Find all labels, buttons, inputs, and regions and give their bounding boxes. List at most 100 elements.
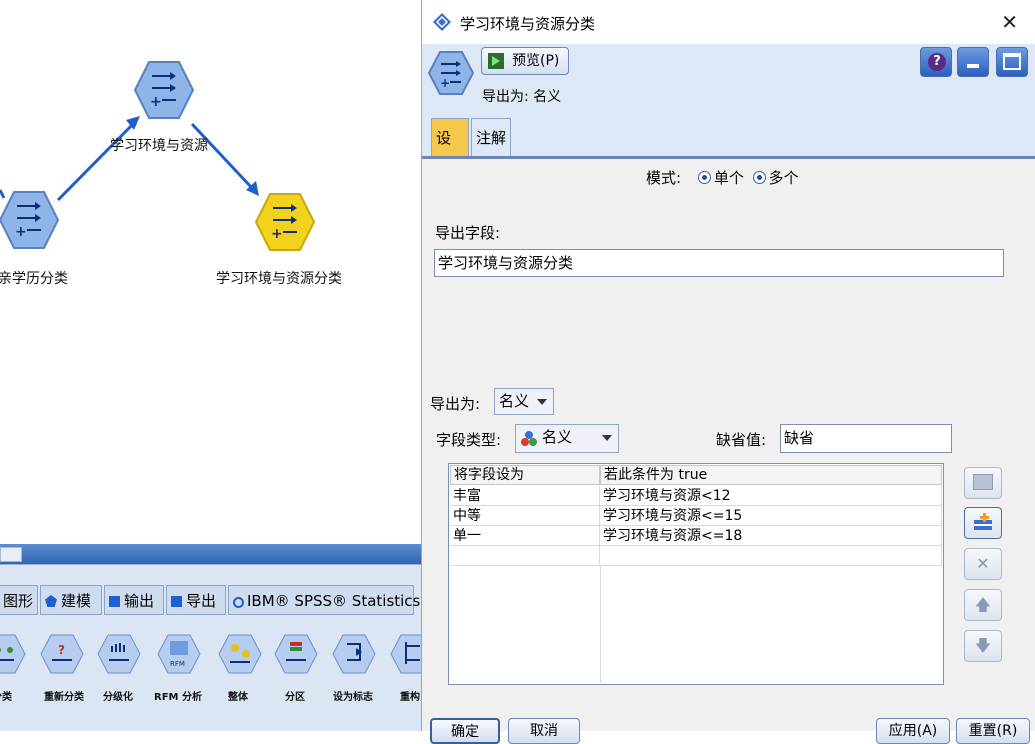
- table-cell-condition[interactable]: 学习环境与资源<12: [600, 486, 942, 506]
- calculator-icon: [973, 474, 993, 490]
- reclassify-node-icon[interactable]: ?: [40, 634, 84, 674]
- table-cell-condition[interactable]: 学习环境与资源<=15: [600, 506, 942, 526]
- palette-tab-output[interactable]: 输出: [104, 585, 164, 615]
- derive-as-label: 导出为:: [430, 395, 481, 413]
- dialog-title: 学习环境与资源分类: [460, 15, 596, 33]
- derive-node-icon-selected[interactable]: +: [254, 193, 316, 251]
- pentagon-icon: [45, 595, 57, 607]
- mode-multiple-radio[interactable]: 多个: [752, 169, 799, 187]
- palette-tab-label: IBM® SPSS® Statistics: [247, 592, 421, 610]
- square-icon: [109, 596, 120, 607]
- apply-button[interactable]: 应用(A): [876, 718, 950, 744]
- tab-annotations[interactable]: 注解: [471, 118, 511, 156]
- palette-node-label: 分类: [0, 692, 12, 703]
- play-icon: [488, 53, 504, 69]
- default-value-input[interactable]: 缺省: [780, 424, 952, 453]
- reset-label: 重置(R): [968, 723, 1018, 739]
- close-icon[interactable]: ✕: [1001, 10, 1018, 34]
- palette-tab-modeling[interactable]: 建模: [40, 585, 102, 615]
- ok-button[interactable]: 确定: [430, 718, 500, 744]
- add-row-button[interactable]: [964, 507, 1002, 539]
- palette-tab-spss[interactable]: IBM® SPSS® Statistics: [228, 585, 420, 615]
- partition-node-icon[interactable]: [0, 634, 26, 674]
- help-button[interactable]: ?: [920, 47, 952, 77]
- palette-tab-label: 导出: [186, 592, 217, 610]
- dialog-titlebar[interactable]: 学习环境与资源分类 ✕: [422, 0, 1035, 44]
- partition-node-icon[interactable]: [274, 634, 318, 674]
- table-cell-condition[interactable]: 学习环境与资源<=18: [600, 526, 942, 546]
- connector-line: [56, 120, 137, 202]
- spss-icon: [233, 597, 244, 608]
- table-empty-cell[interactable]: [450, 546, 600, 566]
- minimize-icon: [967, 64, 979, 68]
- move-down-button[interactable]: 🡇: [964, 630, 1002, 662]
- svg-text:RFM: RFM: [170, 660, 185, 668]
- export-as-summary: 导出为: 名义: [482, 89, 562, 105]
- palette-nodes: ? RFM 分类 重新分类 分级化 RFM 分析 整体 分区 设为标志 重构: [0, 620, 434, 731]
- derive-field-label: 导出字段:: [435, 224, 501, 242]
- column-header-condition[interactable]: 若此条件为 true: [600, 465, 942, 485]
- ok-label: 确定: [451, 724, 479, 740]
- move-up-button[interactable]: 🡅: [964, 589, 1002, 621]
- palette-tab-label: 建模: [61, 592, 92, 610]
- palette-node-label: RFM 分析: [154, 692, 202, 703]
- svg-text:+: +: [271, 226, 283, 242]
- table-cell-value[interactable]: 单一: [450, 526, 600, 546]
- delete-icon: ✕: [976, 554, 990, 573]
- table-cell-value[interactable]: 丰富: [450, 486, 600, 506]
- mode-label: 模式:: [646, 169, 682, 187]
- node-label[interactable]: 亲学历分类: [0, 268, 68, 288]
- set-to-flag-node-icon[interactable]: [332, 634, 376, 674]
- binning-node-icon[interactable]: [97, 634, 141, 674]
- preview-label: 预览(P): [512, 53, 560, 69]
- rfm-node-icon[interactable]: RFM: [157, 634, 201, 674]
- reset-button[interactable]: 重置(R): [956, 718, 1030, 744]
- arrow-down-icon: 🡇: [974, 636, 992, 655]
- scrollbar-thumb[interactable]: [0, 547, 22, 562]
- ensemble-node-icon[interactable]: [218, 634, 262, 674]
- field-type-select[interactable]: 名义: [515, 424, 619, 453]
- help-icon: ?: [928, 53, 946, 71]
- mode-row: 模式: 单个 多个: [646, 167, 799, 188]
- conditions-table[interactable]: 将字段设为 若此条件为 true 丰富 学习环境与资源<12 中等 学习环境与资…: [448, 463, 944, 685]
- palette-node-label: 重新分类: [44, 692, 84, 703]
- apply-label: 应用(A): [888, 723, 938, 739]
- derive-as-value: 名义: [499, 392, 530, 410]
- settings-panel: 模式: 单个 多个 导出字段: 学习环境与资源分类 导出为: 名义 字段类型: …: [422, 159, 1035, 731]
- mode-single-radio[interactable]: 单个: [697, 169, 744, 187]
- svg-text:+: +: [15, 224, 27, 240]
- table-empty-cell[interactable]: [600, 546, 942, 566]
- cancel-button[interactable]: 取消: [508, 718, 580, 744]
- palette-tab-label: 图形: [3, 592, 34, 610]
- square-icon: [171, 596, 182, 607]
- table-cell-value[interactable]: 中等: [450, 506, 600, 526]
- radio-icon: [752, 171, 766, 184]
- column-header-set-field[interactable]: 将字段设为: [450, 465, 600, 485]
- maximize-button[interactable]: [996, 47, 1028, 77]
- cancel-label: 取消: [530, 723, 558, 739]
- mode-option-label: 多个: [768, 169, 799, 187]
- derive-node-dialog: 学习环境与资源分类 ✕ + 预览(P) 导出为: 名义 ? 设置 注解: [421, 0, 1035, 744]
- tab-settings[interactable]: 设置: [431, 118, 469, 185]
- svg-text:?: ?: [58, 643, 65, 657]
- derive-node-icon[interactable]: +: [133, 61, 195, 119]
- field-type-value: 名义: [542, 428, 573, 446]
- derive-field-input[interactable]: 学习环境与资源分类: [434, 249, 1004, 277]
- derive-as-select[interactable]: 名义: [494, 388, 554, 415]
- palette-tab-graphs[interactable]: 图形: [0, 585, 38, 615]
- chevron-down-icon: [537, 399, 547, 405]
- palette-tab-bar: 图形 建模 输出 导出 IBM® SPSS® Statistics: [0, 564, 422, 621]
- minimize-button[interactable]: [957, 47, 989, 77]
- palette-scrollbar[interactable]: [0, 544, 422, 564]
- expression-builder-button[interactable]: [964, 467, 1002, 499]
- palette-node-label: 重构: [400, 692, 420, 703]
- preview-button[interactable]: 预览(P): [481, 47, 569, 75]
- delete-row-button[interactable]: ✕: [964, 548, 1002, 580]
- column-divider: [600, 566, 601, 683]
- node-label[interactable]: 学习环境与资源: [110, 135, 208, 155]
- tab-label: 注解: [476, 129, 507, 147]
- node-label[interactable]: 学习环境与资源分类: [216, 268, 342, 288]
- derive-node-icon[interactable]: +: [0, 191, 60, 249]
- palette-tab-export[interactable]: 导出: [166, 585, 226, 615]
- palette-node-label: 整体: [228, 692, 248, 703]
